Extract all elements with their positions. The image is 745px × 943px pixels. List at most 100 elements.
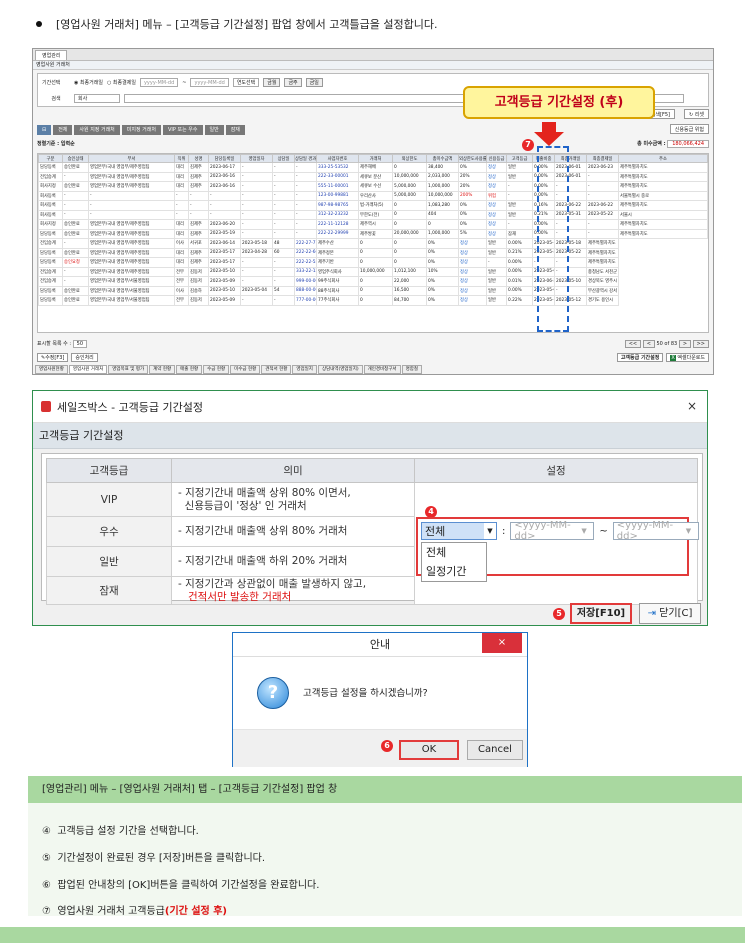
column-header[interactable]: 성명 [188, 154, 209, 163]
bottom-tab[interactable]: 수금 현황 [203, 365, 230, 374]
dialog-close-icon[interactable]: × [687, 399, 697, 413]
table-row[interactable]: 회사지정 승인완료 영업본부/국내 영업부/제주영업팀 대리 김제주 2023-06-16… [38, 181, 708, 192]
table-cell: 정상 [486, 171, 507, 182]
table-row[interactable]: 담당등록 승인완료 영업본부/국내 영업부/제주영업팀 대리 김제주 2023-05-19… [38, 228, 708, 239]
table-row[interactable]: 전임승계 - 영업본부/국내 영업부/제주영업팀 전무 김동저 2023-05-10- -3… [38, 266, 708, 277]
table-row[interactable]: 회사등록 - - - - - - - -312-32-23232 무한도(전) 0 404 0% 정상 일반… [38, 209, 708, 220]
table-cell: 영업본부/국내 영업부/제주영업팀 [88, 247, 175, 258]
column-header[interactable]: 담당등록일 [208, 154, 241, 163]
first-page-button[interactable]: << [624, 340, 642, 348]
column-header[interactable]: 고객등급 [506, 154, 533, 163]
filter-tab-assigned[interactable]: 사원 지정 거래처 [74, 124, 120, 135]
close-button[interactable]: ⇥ 닫기[C] [639, 603, 701, 624]
bottom-tab[interactable]: 미수금 현황 [230, 365, 261, 374]
table-row[interactable]: 전임승계 - 영업본부/국내 영업부/제주영업팀 이사 서귀포 2023-06-14 202… [38, 238, 708, 249]
bottom-tab[interactable]: 계약 현황 [149, 365, 176, 374]
table-cell: 0 [392, 209, 427, 220]
table-row[interactable]: 담당등록 승인완료 영업본부/국내 영업부/서울영업팀 전무 김동저 2023-05-09… [38, 295, 708, 306]
edit-button[interactable]: ✎수정[F3] [37, 352, 69, 362]
alert-close-icon[interactable]: × [482, 633, 522, 653]
tab-sales[interactable]: 영업관리 [35, 50, 68, 60]
column-header[interactable]: 총미수금액 [426, 154, 459, 163]
table-cell: 무한도(전) [358, 209, 393, 220]
column-header[interactable]: 주소 [618, 154, 708, 163]
table-cell: - [240, 295, 273, 306]
filter-tab-potential[interactable]: 잠재 [225, 124, 245, 135]
today-button[interactable]: 금일 [305, 78, 323, 87]
this-week-button[interactable]: 금주 [284, 78, 302, 87]
filter-tab-all[interactable]: 전체 [53, 124, 73, 135]
credit-risk-button[interactable]: 신용등급 위험 [669, 124, 709, 134]
bottom-tab[interactable]: 영업일지 [292, 365, 317, 374]
table-cell: - [240, 162, 273, 173]
period-select[interactable]: 전체 ▼ [421, 522, 497, 540]
table-row[interactable]: 담당등록 승인완료 영업본부/국내 영업부/제주영업팀 대리 김제주 2023-06-17… [38, 162, 708, 173]
date-to-field[interactable]: <yyyy-MM-dd> ▼ [612, 520, 699, 542]
column-header[interactable]: 외상한도 [392, 154, 427, 163]
date-from-field[interactable]: <yyyy-MM-dd> ▼ [510, 520, 595, 542]
prev-page-button[interactable]: < [642, 340, 655, 348]
table-row[interactable]: 담당등록 승인완료 영업본부/국내 영업부/서울영업팀 이사 김송하 2023-05-10… [38, 285, 708, 296]
radio-last-trade[interactable]: ◉ 최종거래일 [74, 79, 103, 86]
column-header[interactable]: 최종결제일 [586, 154, 619, 163]
table-row[interactable]: 회사등록 - - - - - - - -987-98-98765 법-거래처(5) 0 1,083,2… [38, 200, 708, 211]
table-cell: 전무 [174, 276, 189, 287]
radio-last-pay[interactable]: ○ 최종결제일 [107, 79, 136, 86]
bottom-tab[interactable]: 영업사원현황 [35, 365, 68, 374]
approve-button[interactable]: 승인처리 [71, 352, 98, 362]
ok-button[interactable]: OK [399, 740, 459, 760]
table-cell: 담당등록 [38, 228, 63, 239]
column-header[interactable]: 승인상태 [62, 154, 89, 163]
filter-tab-vip[interactable]: VIP 또는 우수 [163, 124, 203, 135]
bottom-tab[interactable]: 영업목표 및 평가 [108, 365, 149, 374]
bottom-tab[interactable]: 매출 현황 [176, 365, 203, 374]
table-cell: 5,000,000 [392, 181, 427, 192]
grade-period-button[interactable]: 고객등급 기간설정 [616, 352, 664, 362]
column-header[interactable]: 상담일 [272, 154, 295, 163]
column-header[interactable]: 상담일 경과일수 [294, 154, 317, 163]
table-row[interactable]: 담당등록 승인완료 영업본부/국내 영업부/제주영업팀 대리 김제주 2023-05-17… [38, 247, 708, 258]
table-row[interactable]: 전임승계 - 영업본부/국내 영업부/제주영업팀 대리 김제주 2023-06-16- - -… [38, 171, 708, 182]
table-cell: 2023-05-09 [208, 276, 241, 287]
bottom-tab[interactable]: 명함철 [401, 365, 422, 374]
table-row[interactable]: 담당등록 승인요청 영업본부/국내 영업부/제주영업팀 대리 김제주 2023-05-17… [38, 257, 708, 268]
column-header[interactable]: 직위 [174, 154, 189, 163]
column-header[interactable]: 사업자번호 [316, 154, 359, 163]
filter-tab-unassigned[interactable]: 미지정 거래처 [121, 124, 161, 135]
filter-tab-normal[interactable]: 일반 [204, 124, 224, 135]
column-header[interactable]: 부서 [88, 154, 175, 163]
next-page-button[interactable]: > [678, 340, 692, 348]
bottom-tab[interactable]: 영업사원 거래처 [68, 365, 108, 374]
option-all[interactable]: 전체 [422, 543, 486, 562]
grade-excellent: 우수 [46, 516, 172, 547]
table-cell: 경상북도 영주시 [586, 276, 619, 287]
column-header[interactable]: 거래처 [358, 154, 393, 163]
column-header[interactable]: 외상한도사용률 [458, 154, 487, 163]
table-cell: 담당등록 [38, 257, 63, 268]
option-period[interactable]: 일정기간 [422, 562, 486, 581]
date-to-input[interactable]: yyyy-MM-dd [190, 78, 229, 87]
bottom-tab[interactable]: 개인경비청구서 [363, 365, 401, 374]
column-header[interactable]: 신용등급 [486, 154, 507, 163]
bottom-tab[interactable]: 견적서 현황 [261, 365, 292, 374]
excel-download-button[interactable]: X 엑셀다운로드 [666, 352, 709, 362]
date-from-input[interactable]: yyyy-MM-dd [139, 78, 179, 87]
year-select[interactable]: 연도선택 [232, 78, 260, 87]
search-type-select[interactable]: 회사 [74, 94, 120, 103]
column-header[interactable]: 영업일자 [240, 154, 273, 163]
table-cell: 2023-06-14 [208, 238, 241, 249]
column-header[interactable]: 구분 [38, 154, 63, 163]
cancel-button[interactable]: Cancel [467, 740, 523, 760]
table-row[interactable]: 전임승계 - 영업본부/국내 영업부/서울영업팀 전무 김동저 2023-05-09- -9… [38, 276, 708, 287]
this-month-button[interactable]: 금월 [263, 78, 281, 87]
summary-row: 정렬기준 : 입력순 총 미수금액 : 180,066,424 [37, 140, 709, 150]
bottom-tab[interactable]: 상담내역(영업일지) [317, 365, 363, 374]
col-meaning: 의미 [171, 458, 415, 483]
reset-button[interactable]: ↻ 리셋 [684, 109, 709, 119]
table-row[interactable]: 회사지정 승인완료 영업본부/국내 영업부/제주영업팀 대리 김제주 2023-06-20… [38, 219, 708, 230]
table-row[interactable]: 회사등록 - - - - - - - -123-00-99881 우리산사 5,000,000 10,… [38, 190, 708, 201]
filter-tab-icon[interactable]: ⊟ [37, 124, 52, 135]
last-page-button[interactable]: >> [692, 340, 709, 348]
save-button[interactable]: 저장[F10] [570, 603, 632, 624]
page-size-select[interactable]: 50 [72, 340, 88, 348]
